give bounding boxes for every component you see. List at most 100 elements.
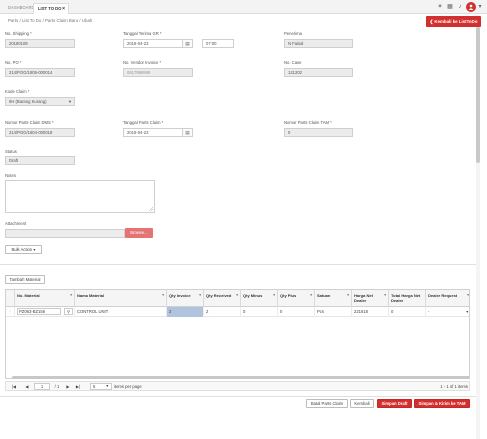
- penerima-label: Penerima: [284, 31, 302, 36]
- page-size-value: 5: [93, 384, 96, 389]
- grid-horizontal-scrollbar[interactable]: [12, 376, 470, 379]
- last-page-icon[interactable]: ▶|: [74, 383, 82, 390]
- column-header-qty-minus[interactable]: Qty Minus ▾: [241, 290, 278, 307]
- no-shipping-field[interactable]: 20180109: [5, 39, 75, 48]
- column-header-harga-net-dealer[interactable]: Harga Net Dealer ▾: [352, 290, 389, 307]
- tanggal-parts-claim-value: 2018-04-23: [127, 130, 149, 135]
- nomor-parts-claim-dms-field[interactable]: 214/POG/1804-000018: [5, 128, 75, 137]
- kode-claim-select[interactable]: 9H (Barang Kurang) ▼: [5, 97, 75, 106]
- calendar-icon[interactable]: ▤: [182, 129, 192, 136]
- cell-dealer-request[interactable]: - ▼: [426, 307, 469, 317]
- bulk-action-button[interactable]: Bulk Action ▾: [5, 245, 42, 254]
- column-label: No. Material: [17, 293, 40, 298]
- no-vendor-invoice-label: No. Vendor Invoice *: [123, 60, 162, 65]
- column-header-satuan[interactable]: Satuan ▾: [315, 290, 352, 307]
- column-menu-icon[interactable]: ▾: [310, 293, 312, 298]
- nomor-parts-claim-dms-label: Nomor Parts Claim DMS *: [5, 120, 54, 125]
- tab-close-icon[interactable]: ×: [62, 4, 65, 14]
- user-avatar[interactable]: [466, 2, 476, 12]
- next-page-icon[interactable]: ▶: [64, 383, 72, 390]
- column-header-qty-received[interactable]: Qty Received ▾: [204, 290, 241, 307]
- column-menu-icon[interactable]: ▾: [347, 293, 349, 298]
- tab-list-to-do[interactable]: LIST TO DO ×: [33, 3, 69, 14]
- no-vendor-invoice-field[interactable]: 0617999999: [123, 68, 193, 77]
- column-header-nama-material[interactable]: Nama Material ▾: [75, 290, 167, 307]
- tanggal-parts-claim-label: Tanggal Parts Claim *: [123, 120, 164, 125]
- attachment-field[interactable]: [5, 229, 125, 238]
- cell-harga-net-dealer: 221618: [352, 307, 389, 317]
- column-menu-icon[interactable]: ▾: [162, 293, 164, 298]
- column-menu-icon[interactable]: ▾: [384, 293, 386, 298]
- column-menu-icon[interactable]: ▾: [70, 293, 72, 298]
- nomor-parts-claim-tam-field[interactable]: 0: [284, 128, 353, 137]
- column-header-qty-plus[interactable]: Qty Plus ▾: [278, 290, 315, 307]
- tanggal-terima-time-field[interactable]: 07:00: [202, 39, 234, 48]
- cell-nama-material: CONTROL UNIT: [75, 307, 167, 317]
- page-number-input[interactable]: 1: [34, 383, 50, 390]
- search-icon[interactable]: ⚲: [64, 308, 74, 316]
- column-header-qty-invoice[interactable]: Qty Invoice ▾: [167, 290, 204, 307]
- notes-label: Notes: [5, 173, 16, 178]
- grid-header-spacer: [6, 290, 15, 307]
- kembali-button[interactable]: Kembali: [350, 399, 374, 408]
- notes-textarea[interactable]: [5, 180, 155, 213]
- no-vendor-invoice-placeholder: 0617999999: [127, 70, 151, 75]
- column-menu-icon[interactable]: ▾: [236, 293, 238, 298]
- cell-qty-minus: 0: [241, 307, 278, 317]
- column-header-total-harga-net-dealer[interactable]: Total Harga Net Dealer: [389, 290, 426, 307]
- column-label: Total Harga Net Dealer: [391, 293, 421, 303]
- column-label: Qty Plus: [280, 293, 297, 298]
- pager-summary: 1 - 1 of 1 items: [440, 384, 468, 389]
- kode-claim-value: 9H (Barang Kurang): [9, 99, 47, 104]
- dealer-request-value: -: [428, 309, 430, 314]
- column-menu-icon[interactable]: ▾: [467, 293, 469, 298]
- user-menu-chevron-down-icon[interactable]: ▾: [477, 3, 483, 11]
- resize-handle-icon[interactable]: [149, 207, 153, 211]
- simpan-draft-button[interactable]: Simpan Draft: [377, 399, 412, 408]
- no-po-field[interactable]: 214/POG/1805-000014: [5, 68, 75, 77]
- items-per-page-label: items per page: [114, 384, 142, 389]
- tanggal-terima-label: Tanggal Terima GR *: [123, 31, 162, 36]
- page-scrollbar-thumb[interactable]: [476, 27, 480, 163]
- column-header-no-material[interactable]: No. Material ▾: [15, 290, 75, 307]
- batal-parts-claim-button[interactable]: Batal Parts Claim: [306, 399, 348, 408]
- tab-list-to-do-label: LIST TO DO: [38, 6, 62, 11]
- row-selector[interactable]: ⋮: [6, 307, 15, 317]
- calendar-icon[interactable]: ▤: [182, 40, 192, 47]
- no-po-label: No. PO *: [5, 60, 22, 65]
- penerima-field[interactable]: N Faisal: [284, 39, 353, 48]
- grid-header: No. Material ▾ Nama Material ▾ Qty Invoice…: [6, 290, 469, 307]
- cell-satuan: Pcs: [315, 307, 352, 317]
- apps-grid-icon[interactable]: ▦: [446, 3, 454, 11]
- chevron-down-icon: ▼: [68, 99, 72, 104]
- cell-no-material[interactable]: PZ063-BZ156 ⚲: [15, 307, 75, 317]
- column-menu-icon[interactable]: ▾: [273, 293, 275, 298]
- no-material-input[interactable]: PZ063-BZ156: [17, 308, 61, 316]
- page-size-select[interactable]: 5 ▼: [90, 383, 112, 390]
- column-menu-icon[interactable]: ▾: [199, 293, 201, 298]
- status-label: Status: [5, 149, 17, 154]
- footer-divider: [0, 396, 476, 397]
- back-to-list-button[interactable]: ❮ Kembali ke ListToDo: [426, 16, 481, 27]
- notification-bell-icon[interactable]: ♪: [456, 3, 464, 11]
- cell-qty-received[interactable]: 2: [204, 307, 241, 317]
- prev-page-icon[interactable]: ◀: [23, 383, 31, 390]
- column-label: Dealer Request: [428, 293, 458, 298]
- browse-button[interactable]: Browse...: [125, 228, 153, 238]
- column-label: Qty Invoice: [169, 293, 191, 298]
- breadcrumb: Parts / List To Do / Parts Claim Baru / …: [8, 18, 93, 23]
- tanggal-parts-claim-field[interactable]: 2018-04-23 ▤: [123, 128, 193, 137]
- cell-qty-invoice[interactable]: 2: [167, 307, 204, 317]
- material-grid: No. Material ▾ Nama Material ▾ Qty Invoice…: [5, 289, 470, 379]
- chevron-down-icon: ▾: [33, 247, 36, 252]
- table-row[interactable]: ⋮ PZ063-BZ156 ⚲ CONTROL UNIT 2 2 0 0 Pcs…: [6, 307, 469, 317]
- first-page-icon[interactable]: |◀: [10, 383, 18, 390]
- nomor-parts-claim-tam-label: Nomor Parts Claim TAM *: [284, 120, 332, 125]
- tanggal-terima-field[interactable]: 2018-04-23 ▤: [123, 39, 193, 48]
- column-header-dealer-request[interactable]: Dealer Request ▾: [426, 290, 469, 307]
- simpan-kirim-tam-button[interactable]: Simpan & Kirim ke TAM: [414, 399, 470, 408]
- settings-tools-icon[interactable]: ✶: [436, 3, 444, 11]
- tambah-material-button[interactable]: Tambah Material: [5, 275, 45, 284]
- no-case-field[interactable]: 121202: [284, 68, 353, 77]
- grid-pager: |◀ ◀ 1 / 1 ▶ ▶| 5 ▼ items per page 1 - 1…: [5, 381, 470, 391]
